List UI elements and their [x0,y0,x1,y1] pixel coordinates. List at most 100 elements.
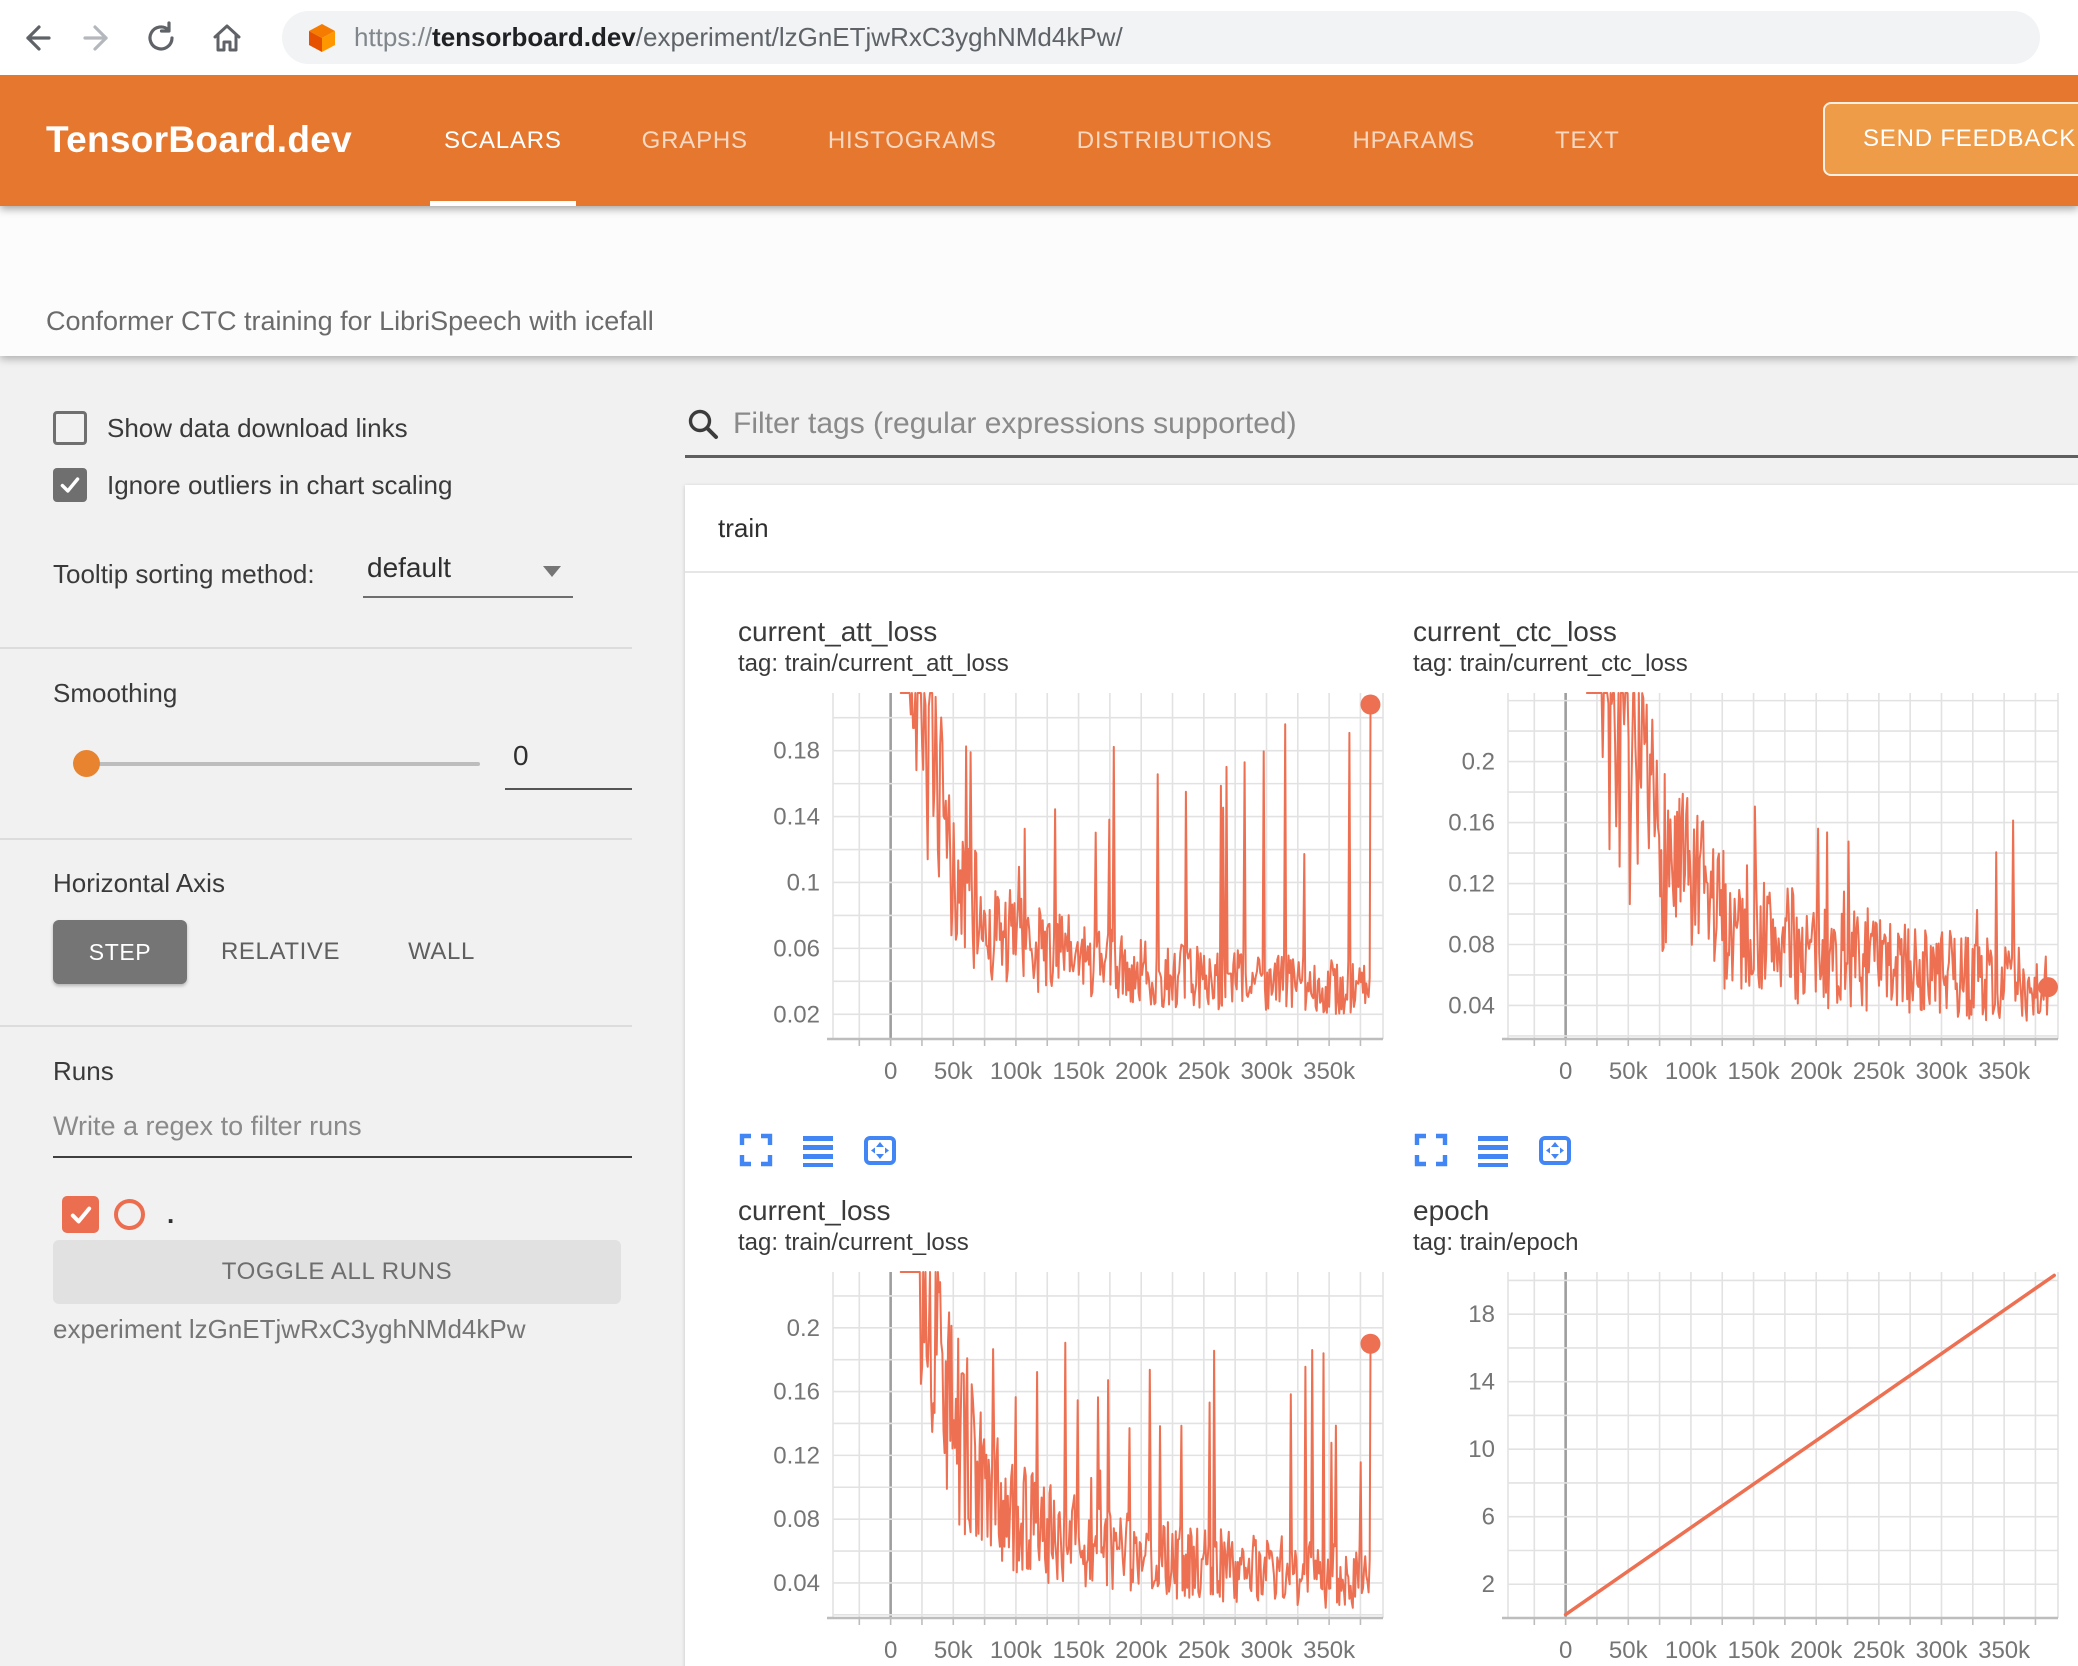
svg-text:0.02: 0.02 [773,1001,820,1028]
address-bar[interactable]: https://tensorboard.dev/experiment/lzGnE… [282,11,2040,64]
svg-text:150k: 150k [1728,1058,1781,1085]
svg-text:0.12: 0.12 [773,1442,820,1469]
svg-text:0.2: 0.2 [787,1315,820,1342]
fit-domain-icon[interactable] [1537,1132,1573,1168]
horizontal-lines-icon[interactable] [1475,1132,1511,1168]
tooltip-sorting-label: Tooltip sorting method: [53,559,315,589]
chart-tag: tag: train/current_att_loss [738,650,1009,677]
experiment-id-label: experiment lzGnETjwRxC3yghNMd4kPw [53,1314,526,1344]
svg-text:300k: 300k [1915,1058,1968,1085]
check-icon [60,477,80,493]
chart-card-current-att-loss: current_att_loss tag: train/current_att_… [738,615,1393,1172]
toggle-all-runs-button[interactable]: TOGGLE ALL RUNS [53,1240,621,1304]
svg-text:250k: 250k [1853,1637,1906,1664]
search-icon [688,409,718,439]
show-download-links-checkbox[interactable] [53,411,87,445]
svg-text:0.08: 0.08 [773,1506,820,1533]
tag-group-header[interactable]: train [685,485,2078,573]
tensorboard-page: https://tensorboard.dev/experiment/lzGnE… [0,0,2078,1666]
svg-text:350k: 350k [1303,1637,1356,1664]
nav-tabs: SCALARS GRAPHS HISTOGRAMS DISTRIBUTIONS … [430,75,1634,206]
ignore-outliers-checkbox[interactable] [53,468,87,502]
svg-text:0.12: 0.12 [1448,871,1495,898]
svg-text:0: 0 [1559,1637,1572,1664]
svg-text:150k: 150k [1053,1058,1106,1085]
axis-step-button[interactable]: STEP [53,920,187,984]
svg-text:2: 2 [1482,1571,1495,1598]
chart-toolbar [738,1128,1393,1172]
chart-toolbar [1413,1128,2068,1172]
divider [0,647,632,649]
svg-text:300k: 300k [1240,1058,1293,1085]
tab-hparams[interactable]: HPARAMS [1338,75,1489,206]
forward-icon[interactable] [76,17,118,59]
svg-text:150k: 150k [1053,1637,1106,1664]
smoothing-value-field[interactable]: 0 [505,740,632,790]
chart-tag: tag: train/current_ctc_loss [1413,650,1688,677]
tab-graphs[interactable]: GRAPHS [628,75,762,206]
svg-text:200k: 200k [1115,1058,1168,1085]
tab-histograms[interactable]: HISTOGRAMS [814,75,1011,206]
svg-text:14: 14 [1468,1369,1495,1396]
svg-text:200k: 200k [1790,1058,1843,1085]
scalar-line-chart[interactable]: 0 50k 100k 150k 200k 250k 300k 350k 0.02 0.06 0.1 0… [738,687,1393,1117]
smoothing-label: Smoothing [53,678,178,708]
svg-text:0: 0 [1559,1058,1572,1085]
tab-distributions[interactable]: DISTRIBUTIONS [1063,75,1287,206]
experiment-title-band: Conformer CTC training for LibriSpeech w… [0,206,2078,356]
scalar-line-chart[interactable]: 0 50k 100k 150k 200k 250k 300k 350k 0.04 0.08 0.12… [738,1266,1393,1666]
runs-filter-input[interactable] [53,1111,632,1142]
main-panel: train current_att_loss tag: train/curren… [685,356,2078,1666]
train-card: train current_att_loss tag: train/curren… [685,485,2078,1666]
svg-text:0: 0 [884,1637,897,1664]
axis-wall-button[interactable]: WALL [374,938,509,966]
smoothing-slider-thumb[interactable] [73,750,100,777]
svg-text:250k: 250k [1178,1637,1231,1664]
app-header: TensorBoard.dev SCALARS GRAPHS HISTOGRAM… [0,75,2078,206]
svg-text:0.04: 0.04 [773,1570,820,1597]
svg-text:0.2: 0.2 [1462,749,1495,776]
ignore-outliers-row: Ignore outliers in chart scaling [53,468,452,502]
fit-domain-icon[interactable] [862,1132,898,1168]
fullscreen-icon[interactable] [738,1132,774,1168]
horizontal-axis-label: Horizontal Axis [53,868,225,898]
tag-filter-input[interactable] [733,406,2078,441]
horizontal-lines-icon[interactable] [800,1132,836,1168]
scalar-line-chart[interactable]: 0 50k 100k 150k 200k 250k 300k 350k 0.04 0.08 0.12… [1413,687,2068,1117]
tensorboard-logo-icon [309,23,335,52]
reload-icon[interactable] [140,17,182,59]
fullscreen-icon[interactable] [1413,1132,1449,1168]
home-icon[interactable] [206,17,248,59]
run-name: . [167,1199,175,1229]
svg-text:350k: 350k [1978,1058,2031,1085]
run-checkbox[interactable] [62,1196,99,1233]
tab-text[interactable]: TEXT [1541,75,1634,206]
run-color-circle [114,1199,145,1230]
runs-label: Runs [53,1056,114,1086]
smoothing-slider-track[interactable] [75,762,480,766]
chart-tag: tag: train/epoch [1413,1229,1579,1256]
axis-relative-button[interactable]: RELATIVE [187,938,374,966]
svg-text:100k: 100k [1665,1058,1718,1085]
tag-filter-row [685,392,2078,458]
svg-text:0.06: 0.06 [773,935,820,962]
checkbox-label: Ignore outliers in chart scaling [107,469,453,500]
svg-text:250k: 250k [1178,1058,1231,1085]
send-feedback-button[interactable]: SEND FEEDBACK [1823,102,2078,176]
chart-title: current_loss [738,1195,891,1226]
experiment-title: Conformer CTC training for LibriSpeech w… [46,306,654,336]
svg-text:0.14: 0.14 [773,804,820,831]
charts-grid: current_att_loss tag: train/current_att_… [685,573,2078,1666]
back-icon[interactable] [16,17,58,59]
runs-filter-wrap [53,1111,632,1158]
tab-scalars[interactable]: SCALARS [430,75,576,206]
run-row: . [62,1196,174,1233]
svg-text:100k: 100k [990,1058,1043,1085]
tooltip-sorting-dropdown[interactable]: default [363,552,573,598]
scalar-line-chart[interactable]: 0 50k 100k 150k 200k 250k 300k 350k 2 6 10 14 18 [1413,1266,2068,1666]
svg-text:350k: 350k [1303,1058,1356,1085]
chart-title: epoch [1413,1195,1490,1226]
svg-text:0.18: 0.18 [773,738,820,765]
chart-card-current-ctc-loss: current_ctc_loss tag: train/current_ctc_… [1413,615,2068,1172]
chart-card-epoch: epoch tag: train/epoch 0 50k 100k 150k 200k 2… [1413,1194,2068,1666]
